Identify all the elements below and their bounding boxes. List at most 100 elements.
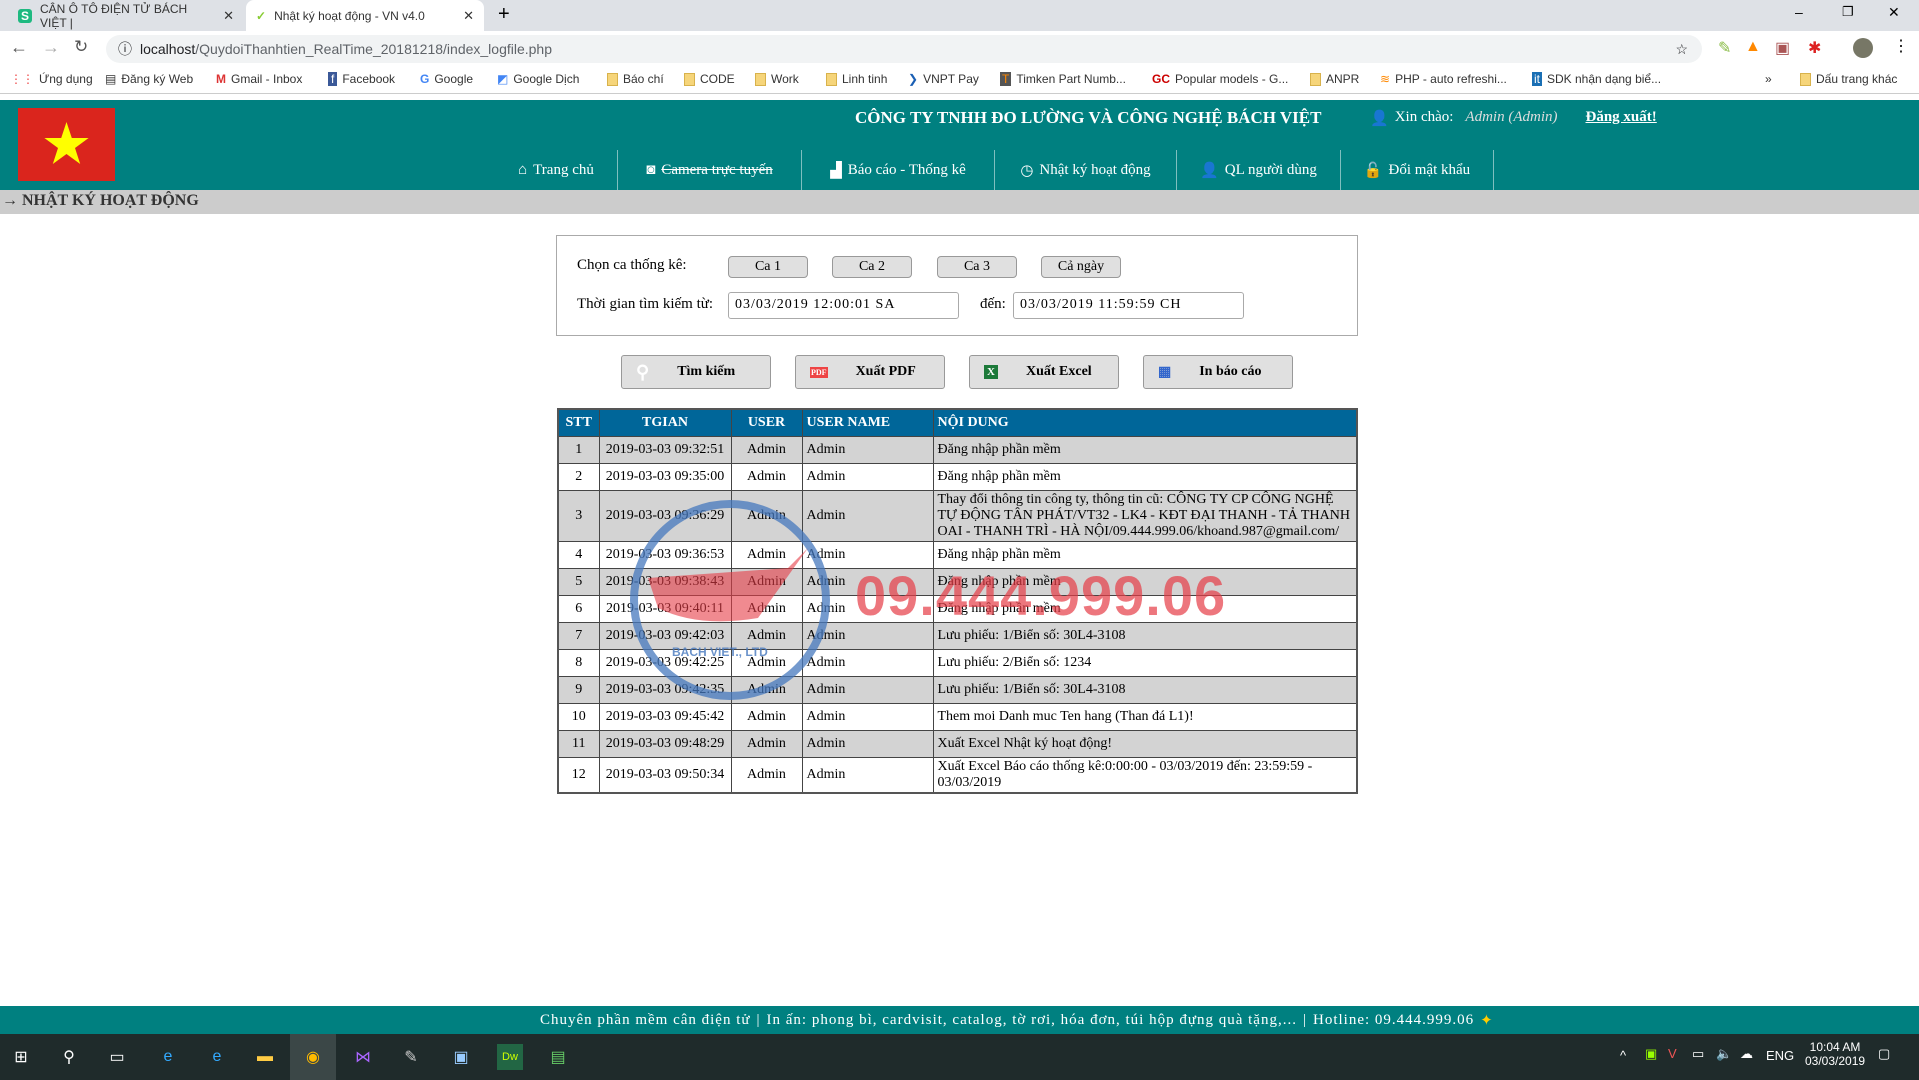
shift-3-button[interactable]: Ca 3 <box>937 256 1017 278</box>
file-explorer-icon[interactable]: ▬ <box>252 1044 278 1070</box>
dreamweaver-icon[interactable]: Dw <box>497 1044 523 1070</box>
tray-v-icon[interactable]: V <box>1668 1046 1677 1061</box>
nav-reports[interactable]: ▟ Báo cáo - Thống kê <box>802 150 995 190</box>
excel-icon: X <box>984 365 998 379</box>
extension-icon[interactable]: ✎ <box>1718 38 1731 58</box>
nav-camera[interactable]: ◙ Camera trực tuyến <box>618 150 802 190</box>
nav-change-password[interactable]: 🔓 Đổi mật khẩu <box>1341 150 1494 190</box>
bookmark-folder[interactable]: ANPR <box>1310 72 1359 86</box>
username-cell: Admin <box>801 462 934 491</box>
url-input[interactable]: ⓘ localhost/QuydoiThanhtien_RealTime_2018… <box>106 35 1702 63</box>
chart-app-icon[interactable]: ▤ <box>545 1044 571 1070</box>
notifications-icon[interactable]: ▢ <box>1878 1046 1890 1062</box>
extension-icon[interactable]: ▲ <box>1745 38 1761 56</box>
folder-icon <box>755 72 766 86</box>
export-pdf-button[interactable]: PDF Xuất PDF <box>795 355 945 389</box>
logout-link[interactable]: Đăng xuất! <box>1586 109 1657 128</box>
extension-icon[interactable]: ✱ <box>1808 38 1821 58</box>
footer-link-printing[interactable]: In ấn: phong bì, cardvisit, catalog, tờ … <box>767 1012 1297 1029</box>
nav-activity-log[interactable]: ◷ Nhật ký hoạt động <box>995 150 1177 190</box>
task-view-icon[interactable]: ▭ <box>104 1044 130 1070</box>
close-tab-icon[interactable]: ✕ <box>223 8 234 24</box>
user-cell: Admin <box>730 567 803 596</box>
stt-cell: 12 <box>557 756 600 793</box>
language-indicator[interactable]: ENG <box>1766 1048 1794 1063</box>
bookmark-folder[interactable]: Linh tinh <box>826 72 887 86</box>
tray-chevron-icon[interactable]: ^ <box>1620 1048 1626 1063</box>
edge-icon[interactable]: e <box>204 1044 230 1070</box>
bookmark[interactable]: it SDK nhận dạng biể... <box>1532 72 1661 86</box>
footer: Chuyên phần mềm cân điện tử | In ấn: phon… <box>0 1006 1919 1034</box>
time-cell: 2019-03-03 09:36:53 <box>598 540 732 569</box>
bookmark-folder[interactable]: Báo chí <box>607 72 664 86</box>
user-cell: Admin <box>730 489 803 542</box>
bookmark[interactable]: ◩ Google Dịch <box>497 72 579 86</box>
nav-home[interactable]: ⌂ Trang chủ <box>495 150 618 190</box>
restore-button[interactable]: ❐ <box>1842 4 1854 20</box>
more-bookmarks-icon[interactable]: » <box>1765 72 1772 86</box>
username-cell: Admin <box>801 621 934 650</box>
user-cell: Admin <box>730 729 803 758</box>
tray-app-icon[interactable]: ▣ <box>1645 1046 1657 1062</box>
back-icon[interactable]: ← <box>10 37 28 58</box>
network-icon[interactable]: ▭ <box>1692 1046 1704 1062</box>
window-app-icon[interactable]: ▣ <box>448 1044 474 1070</box>
full-day-button[interactable]: Cả ngày <box>1041 256 1121 278</box>
username-cell: Admin <box>801 567 934 596</box>
bookmark[interactable]: GC Popular models - G... <box>1152 72 1288 86</box>
nav-user-management[interactable]: 👤 QL người dùng <box>1177 150 1341 190</box>
close-tab-icon[interactable]: ✕ <box>463 8 474 24</box>
stt-cell: 9 <box>557 675 600 704</box>
report-chart-icon: ▦ <box>1158 364 1172 380</box>
app-icon[interactable]: ✎ <box>398 1044 424 1070</box>
content-cell: Lưu phiếu: 1/Biển số: 30L4-3108 <box>932 675 1358 704</box>
export-excel-button[interactable]: X Xuất Excel <box>969 355 1119 389</box>
print-report-button[interactable]: ▦ In báo cáo <box>1143 355 1293 389</box>
bookmark-folder[interactable]: Work <box>755 72 799 86</box>
table-row: 12 2019-03-03 09:50:34 Admin Admin Xuất Exce… <box>557 756 1358 793</box>
camera-icon: ◙ <box>646 161 656 178</box>
ie-icon[interactable]: e <box>155 1044 181 1070</box>
forward-icon[interactable]: → <box>42 37 60 58</box>
timken-icon: T <box>1000 72 1012 86</box>
bookmark[interactable]: ❯ VNPT Pay <box>908 72 979 86</box>
bookmark[interactable]: G Google <box>420 72 473 86</box>
visual-studio-icon[interactable]: ⋈ <box>350 1044 376 1070</box>
search-icon[interactable]: ⚲ <box>56 1044 82 1070</box>
bookmark-star-icon[interactable]: ☆ <box>1675 41 1688 58</box>
bookmark[interactable]: M Gmail - Inbox <box>216 72 302 86</box>
shift-1-button[interactable]: Ca 1 <box>728 256 808 278</box>
pdf-extension-icon[interactable]: ▣ <box>1775 38 1790 58</box>
close-window-button[interactable]: ✕ <box>1888 4 1900 21</box>
vietnam-flag-logo <box>18 108 115 181</box>
from-datetime-input[interactable]: 03/03/2019 12:00:01 SA <box>728 292 959 319</box>
bookmark[interactable]: f Facebook <box>328 72 395 86</box>
windows-start-icon[interactable]: ⊞ <box>8 1044 34 1070</box>
onedrive-icon[interactable]: ☁ <box>1740 1046 1753 1062</box>
footer-link-software[interactable]: Chuyên phần mềm cân điện tử <box>540 1012 751 1029</box>
other-bookmarks[interactable]: Dấu trang khác <box>1800 72 1897 86</box>
content-cell: Đăng nhập phần mềm <box>932 594 1358 623</box>
bookmark-apps[interactable]: ⋮⋮ Ứng dụng <box>10 72 93 86</box>
minimize-button[interactable]: – <box>1795 4 1803 20</box>
folder-icon <box>826 72 837 86</box>
to-datetime-input[interactable]: 03/03/2019 11:59:59 CH <box>1013 292 1244 319</box>
content-cell: Xuất Excel Báo cáo thống kê:0:00:00 - 03… <box>932 756 1358 793</box>
volume-icon[interactable]: 🔈 <box>1716 1046 1732 1062</box>
profile-avatar[interactable] <box>1853 38 1873 58</box>
shift-2-button[interactable]: Ca 2 <box>832 256 912 278</box>
bookmark[interactable]: ▤ Đăng ký Web <box>105 72 193 86</box>
column-header: TGIAN <box>598 408 732 437</box>
bookmark-folder[interactable]: CODE <box>684 72 735 86</box>
browser-tab[interactable]: S CÂN Ô TÔ ĐIỆN TỬ BÁCH VIỆT | ✕ <box>8 0 244 31</box>
chrome-icon[interactable]: ◉ <box>290 1034 336 1080</box>
bookmark[interactable]: ≋ PHP - auto refreshi... <box>1380 72 1507 86</box>
search-button[interactable]: ⚲ Tìm kiếm <box>621 355 771 389</box>
menu-icon[interactable]: ⋮ <box>1893 36 1909 56</box>
new-tab-button[interactable]: + <box>498 3 510 26</box>
reload-icon[interactable]: ↻ <box>74 37 88 57</box>
browser-tab-active[interactable]: ✓ Nhật ký hoạt động - VN v4.0 ✕ <box>246 0 484 31</box>
bookmark[interactable]: T Timken Part Numb... <box>1000 72 1126 86</box>
clock[interactable]: 10:04 AM 03/03/2019 <box>1805 1040 1865 1068</box>
content-cell: Lưu phiếu: 1/Biển số: 30L4-3108 <box>932 621 1358 650</box>
